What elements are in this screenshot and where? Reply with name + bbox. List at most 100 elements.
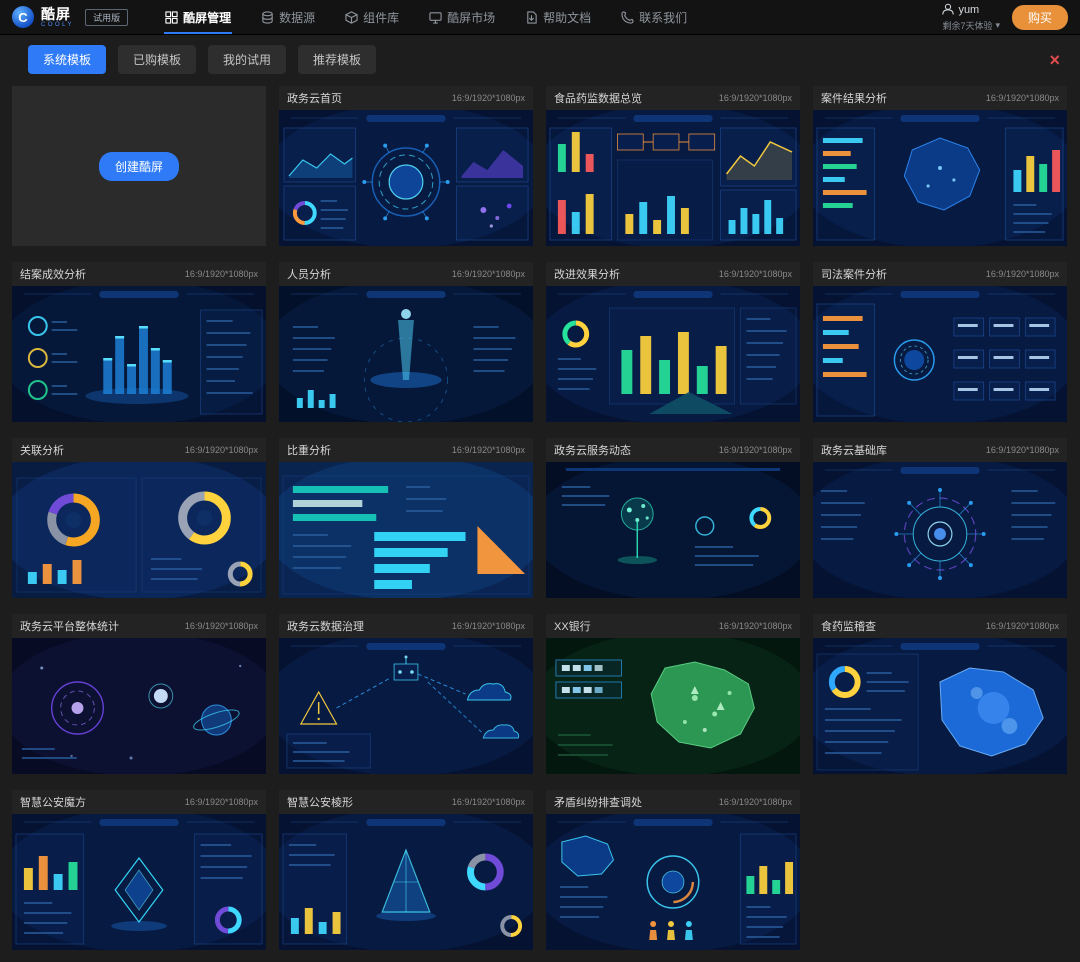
template-card[interactable]: 智慧公安棱形 16:9/1920*1080px: [279, 790, 533, 950]
nav-item-market[interactable]: 酷屏市场: [414, 0, 510, 34]
market-icon: [429, 11, 442, 24]
template-spec: 16:9/1920*1080px: [986, 445, 1059, 455]
main-nav: 酷屏管理数据源组件库 酷屏市场帮助文档联系我们: [150, 0, 702, 34]
nav-item-components[interactable]: 组件库: [330, 0, 414, 34]
template-title: 人员分析: [287, 266, 331, 282]
template-thumbnail[interactable]: [813, 110, 1067, 246]
template-card[interactable]: 司法案件分析 16:9/1920*1080px: [813, 262, 1067, 422]
buy-button[interactable]: 购买: [1012, 5, 1068, 30]
nav-item-datasource[interactable]: 数据源: [246, 0, 330, 34]
template-thumbnail[interactable]: [12, 462, 266, 598]
template-card[interactable]: 案件结果分析 16:9/1920*1080px: [813, 86, 1067, 246]
tab-my-trial[interactable]: 我的试用: [208, 45, 286, 74]
template-card[interactable]: 食品药监数据总览 16:9/1920*1080px: [546, 86, 800, 246]
navbar-right: yum 剩余7天体验 ▾ 购买: [942, 3, 1068, 32]
template-card-header: XX银行 16:9/1920*1080px: [546, 614, 800, 638]
template-spec: 16:9/1920*1080px: [452, 445, 525, 455]
template-title: 改进效果分析: [554, 266, 620, 282]
template-card-header: 案件结果分析 16:9/1920*1080px: [813, 86, 1067, 110]
template-title: 政务云基础库: [821, 442, 887, 458]
docs-icon: [525, 11, 538, 24]
template-thumbnail[interactable]: [546, 814, 800, 950]
template-spec: 16:9/1920*1080px: [452, 621, 525, 631]
template-title: 智慧公安魔方: [20, 794, 86, 810]
template-tabs: 系统模板已购模板我的试用推荐模板 ×: [0, 35, 1080, 84]
template-spec: 16:9/1920*1080px: [185, 621, 258, 631]
template-card-header: 政务云服务动态 16:9/1920*1080px: [546, 438, 800, 462]
template-card[interactable]: 政务云数据治理 16:9/1920*1080px: [279, 614, 533, 774]
template-card[interactable]: 政务云首页 16:9/1920*1080px: [279, 86, 533, 246]
template-title: 矛盾纠纷排查调处: [554, 794, 642, 810]
template-card-header: 比重分析 16:9/1920*1080px: [279, 438, 533, 462]
template-thumbnail[interactable]: [12, 638, 266, 774]
top-navbar: C 酷屏 COOLY 试用版 酷屏管理数据源组件库 酷屏市场帮助文档联系我们 yu…: [0, 0, 1080, 35]
template-spec: 16:9/1920*1080px: [719, 797, 792, 807]
template-title: 案件结果分析: [821, 90, 887, 106]
template-thumbnail[interactable]: [279, 638, 533, 774]
template-spec: 16:9/1920*1080px: [185, 445, 258, 455]
create-screen-button[interactable]: 创建酷屏: [99, 152, 179, 181]
template-card[interactable]: 矛盾纠纷排查调处 16:9/1920*1080px: [546, 790, 800, 950]
trial-remaining-label: 剩余7天体验: [942, 19, 992, 32]
template-card-header: 司法案件分析 16:9/1920*1080px: [813, 262, 1067, 286]
template-card-header: 关联分析 16:9/1920*1080px: [12, 438, 266, 462]
template-card-header: 智慧公安魔方 16:9/1920*1080px: [12, 790, 266, 814]
template-thumbnail[interactable]: [546, 110, 800, 246]
template-thumbnail[interactable]: [813, 286, 1067, 422]
template-card[interactable]: 政务云基础库 16:9/1920*1080px: [813, 438, 1067, 598]
create-screen-card[interactable]: 创建酷屏: [12, 86, 266, 246]
template-thumbnail[interactable]: [546, 638, 800, 774]
template-thumbnail[interactable]: [279, 462, 533, 598]
template-card[interactable]: XX银行 16:9/1920*1080px: [546, 614, 800, 774]
template-card[interactable]: 关联分析 16:9/1920*1080px: [12, 438, 266, 598]
template-card[interactable]: 改进效果分析 16:9/1920*1080px: [546, 262, 800, 422]
template-title: 食品药监数据总览: [554, 90, 642, 106]
template-card[interactable]: 智慧公安魔方 16:9/1920*1080px: [12, 790, 266, 950]
template-title: 智慧公安棱形: [287, 794, 353, 810]
phone-icon: [621, 11, 634, 24]
tab-purchased[interactable]: 已购模板: [118, 45, 196, 74]
template-thumbnail[interactable]: [813, 638, 1067, 774]
template-card[interactable]: 政务云服务动态 16:9/1920*1080px: [546, 438, 800, 598]
template-spec: 16:9/1920*1080px: [986, 621, 1059, 631]
logo-icon: C: [12, 6, 34, 28]
template-card[interactable]: 结案成效分析 16:9/1920*1080px: [12, 262, 266, 422]
nav-item-contact[interactable]: 联系我们: [606, 0, 702, 34]
user-menu[interactable]: yum 剩余7天体验 ▾: [942, 3, 1000, 32]
template-title: 政务云平台整体统计: [20, 618, 119, 634]
template-card[interactable]: 政务云平台整体统计 16:9/1920*1080px: [12, 614, 266, 774]
template-title: 结案成效分析: [20, 266, 86, 282]
template-thumbnail[interactable]: [546, 286, 800, 422]
close-icon[interactable]: ×: [1049, 51, 1060, 69]
template-spec: 16:9/1920*1080px: [452, 93, 525, 103]
tab-system[interactable]: 系统模板: [28, 45, 106, 74]
template-thumbnail[interactable]: [279, 110, 533, 246]
app-logo[interactable]: C 酷屏 COOLY 试用版: [12, 6, 128, 28]
template-card-header: 政务云平台整体统计 16:9/1920*1080px: [12, 614, 266, 638]
template-card-header: 矛盾纠纷排查调处 16:9/1920*1080px: [546, 790, 800, 814]
app-root: C 酷屏 COOLY 试用版 酷屏管理数据源组件库 酷屏市场帮助文档联系我们 yu…: [0, 0, 1080, 962]
template-thumbnail[interactable]: [813, 462, 1067, 598]
template-card-header: 政务云基础库 16:9/1920*1080px: [813, 438, 1067, 462]
template-card-header: 政务云数据治理 16:9/1920*1080px: [279, 614, 533, 638]
username: yum: [958, 4, 979, 16]
nav-item-screens[interactable]: 酷屏管理: [150, 0, 246, 34]
nav-item-docs[interactable]: 帮助文档: [510, 0, 606, 34]
user-icon: [942, 3, 954, 18]
template-card[interactable]: 人员分析 16:9/1920*1080px: [279, 262, 533, 422]
template-card-header: 人员分析 16:9/1920*1080px: [279, 262, 533, 286]
tab-recommended[interactable]: 推荐模板: [298, 45, 376, 74]
template-card[interactable]: 比重分析 16:9/1920*1080px: [279, 438, 533, 598]
template-title: 政务云首页: [287, 90, 342, 106]
template-thumbnail[interactable]: [546, 462, 800, 598]
template-card[interactable]: 食药监稽查 16:9/1920*1080px: [813, 614, 1067, 774]
template-thumbnail[interactable]: [12, 286, 266, 422]
template-thumbnail[interactable]: [279, 286, 533, 422]
template-title: 司法案件分析: [821, 266, 887, 282]
nav-item-label: 酷屏市场: [447, 9, 495, 26]
template-thumbnail[interactable]: [279, 814, 533, 950]
template-title: XX银行: [554, 618, 591, 634]
template-title: 政务云数据治理: [287, 618, 364, 634]
template-thumbnail[interactable]: [12, 814, 266, 950]
template-spec: 16:9/1920*1080px: [719, 93, 792, 103]
